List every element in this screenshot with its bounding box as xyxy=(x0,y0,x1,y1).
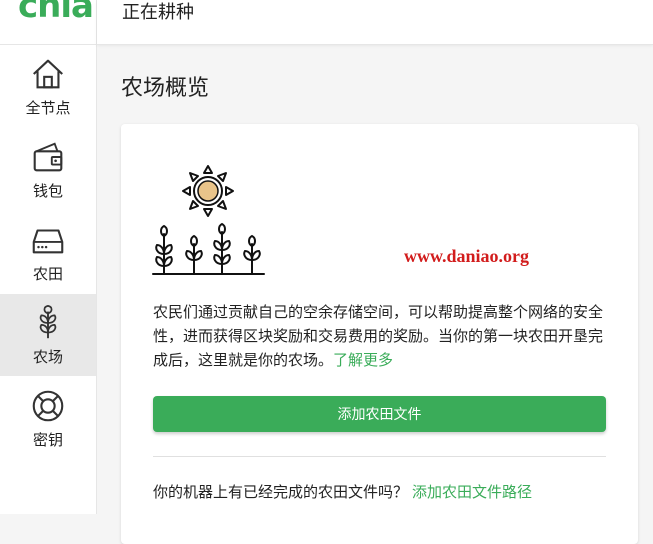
sidebar-item-plots[interactable]: 农田 xyxy=(0,211,96,293)
storage-icon xyxy=(32,228,64,253)
sidebar-item-farm[interactable]: 农场 xyxy=(0,294,96,376)
add-plot-directory-link[interactable]: 添加农田文件路径 xyxy=(412,483,532,501)
farm-overview-card: www.daniao.org 农民们通过贡献自己的空余存储空间，可以帮助提高整个… xyxy=(121,124,638,544)
sidebar-item-label: 钱包 xyxy=(32,181,63,200)
sidebar-item-label: 全节点 xyxy=(25,98,71,117)
chia-logo[interactable]: chia xyxy=(0,0,96,45)
sidebar-item-label: 密钥 xyxy=(32,430,63,449)
lifebuoy-icon xyxy=(32,390,64,421)
plant-icon xyxy=(39,304,57,338)
top-bar: 正在耕种 xyxy=(97,0,653,45)
wallet-icon xyxy=(33,141,63,171)
sidebar-item-label: 农田 xyxy=(32,264,63,283)
learn-more-link[interactable]: 了解更多 xyxy=(333,351,393,369)
farm-illustration-icon xyxy=(152,165,265,275)
existing-plots-question: 你的机器上有已经完成的农田文件吗？ 添加农田文件路径 xyxy=(153,481,532,502)
add-plot-button[interactable]: 添加农田文件 xyxy=(153,396,606,432)
status-title: 正在耕种 xyxy=(122,2,194,23)
home-icon xyxy=(33,59,63,88)
sidebar-item-label: 农场 xyxy=(32,347,63,366)
farm-description: 农民们通过贡献自己的空余存储空间，可以帮助提高整个网络的安全性，进而获得区块奖励… xyxy=(153,300,613,372)
sidebar-item-keys[interactable]: 密钥 xyxy=(0,377,96,459)
divider xyxy=(153,456,606,457)
watermark-text: www.daniao.org xyxy=(404,246,530,266)
sidebar: chia 全节点 钱包 农田 农场 密钥 xyxy=(0,0,97,514)
sidebar-item-wallet[interactable]: 钱包 xyxy=(0,128,96,210)
question-text: 你的机器上有已经完成的农田文件吗？ xyxy=(153,483,409,501)
logo-text: chia xyxy=(18,0,94,26)
page-title: 农场概览 xyxy=(121,76,210,101)
sidebar-item-full-node[interactable]: 全节点 xyxy=(0,45,96,127)
